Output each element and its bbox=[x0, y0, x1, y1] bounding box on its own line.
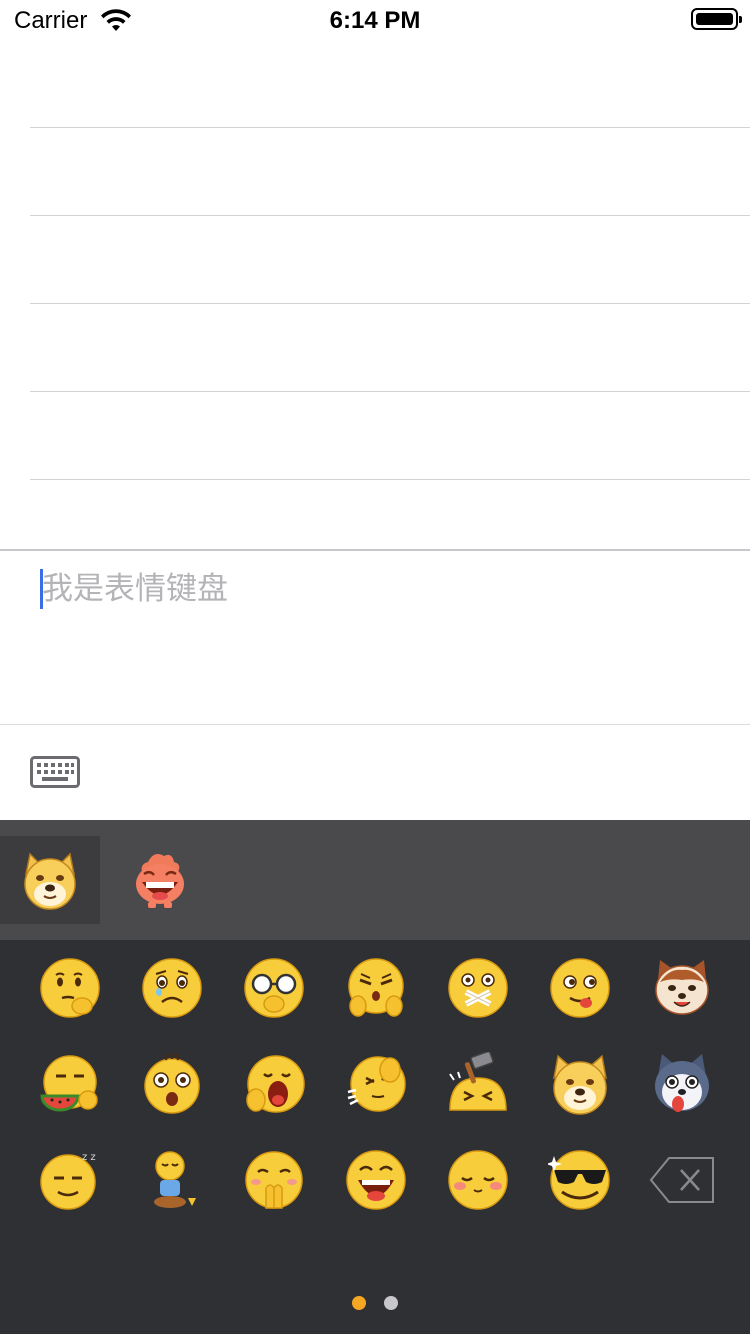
page-indicator bbox=[0, 1296, 750, 1310]
list-item[interactable] bbox=[0, 216, 750, 304]
emoji-eat-melon[interactable] bbox=[30, 1044, 110, 1124]
cat-emoji-icon bbox=[655, 960, 709, 1015]
page-dot-2[interactable] bbox=[384, 1296, 398, 1310]
husky-emoji-icon bbox=[655, 1054, 709, 1112]
emoji-think[interactable] bbox=[30, 948, 110, 1028]
list-item[interactable] bbox=[0, 304, 750, 392]
angry-face-emoji-icon bbox=[348, 958, 404, 1017]
list-item[interactable] bbox=[0, 128, 750, 216]
emoji-yawn[interactable] bbox=[234, 1044, 314, 1124]
emoji-blush[interactable] bbox=[438, 1140, 518, 1220]
emoji-tongue-out[interactable] bbox=[540, 948, 620, 1028]
emoji-grid: z z bbox=[0, 940, 750, 1334]
pray-emoji-icon bbox=[245, 1151, 303, 1209]
emoji-angry-face[interactable] bbox=[336, 948, 416, 1028]
emoji-aggrieved[interactable] bbox=[132, 948, 212, 1028]
clock: 6:14 PM bbox=[329, 7, 421, 34]
shy-glasses-emoji-icon bbox=[244, 958, 304, 1018]
list-item[interactable] bbox=[0, 392, 750, 480]
pack-tab-doge[interactable] bbox=[0, 836, 100, 924]
pack-tab-laughing-monster[interactable] bbox=[110, 836, 210, 924]
think-emoji-icon bbox=[40, 958, 100, 1018]
keyboard-icon[interactable] bbox=[30, 756, 80, 788]
backspace-icon bbox=[649, 1157, 714, 1203]
svg-text:z z: z z bbox=[82, 1152, 96, 1163]
aggrieved-emoji-icon bbox=[142, 958, 202, 1018]
battery-icon bbox=[691, 8, 742, 30]
emoji-big-laugh[interactable] bbox=[336, 1140, 416, 1220]
emoji-sunglasses[interactable] bbox=[540, 1140, 620, 1220]
emoji-sit-down[interactable] bbox=[132, 1140, 212, 1220]
doge-pack-icon bbox=[24, 852, 76, 910]
hammer-emoji-icon bbox=[449, 1052, 507, 1111]
status-bar: Carrier 6:14 PM bbox=[0, 0, 750, 40]
input-toolbar bbox=[0, 725, 750, 820]
emoji-hammer[interactable] bbox=[438, 1044, 518, 1124]
emoji-sealed-lips[interactable] bbox=[438, 948, 518, 1028]
emoji-sleepy[interactable]: z z bbox=[30, 1140, 110, 1220]
emoji-doge[interactable] bbox=[540, 1044, 620, 1124]
delete-button[interactable] bbox=[642, 1140, 722, 1220]
emoji-cat[interactable] bbox=[642, 948, 722, 1028]
page-dot-1[interactable] bbox=[352, 1296, 366, 1310]
emoji-shy-glasses[interactable] bbox=[234, 948, 314, 1028]
emoji-slap[interactable] bbox=[336, 1044, 416, 1124]
input-placeholder: 我是表情键盘 bbox=[42, 571, 228, 606]
eat-melon-emoji-icon bbox=[40, 1055, 98, 1112]
message-input[interactable]: 我是表情键盘 bbox=[0, 549, 750, 725]
doge-emoji-icon bbox=[552, 1054, 608, 1115]
sealed-lips-emoji-icon bbox=[448, 958, 508, 1018]
sunglasses-emoji-icon bbox=[548, 1150, 610, 1210]
message-list[interactable] bbox=[0, 40, 750, 550]
emoji-pray[interactable] bbox=[234, 1140, 314, 1220]
big-laugh-emoji-icon bbox=[346, 1150, 406, 1210]
emoji-pack-tabbar bbox=[0, 820, 750, 940]
tongue-out-emoji-icon bbox=[550, 958, 610, 1018]
slap-emoji-icon bbox=[347, 1056, 406, 1112]
emoji-husky[interactable] bbox=[642, 1044, 722, 1124]
laughing-monster-pack-icon bbox=[136, 854, 184, 908]
sleepy-emoji-icon: z z bbox=[40, 1152, 96, 1210]
list-item[interactable] bbox=[0, 40, 750, 128]
emoji-shocked[interactable] bbox=[132, 1044, 212, 1124]
yawn-emoji-icon bbox=[246, 1055, 305, 1113]
sit-down-emoji-icon bbox=[154, 1151, 196, 1208]
blush-emoji-icon bbox=[448, 1150, 508, 1210]
shocked-emoji-icon bbox=[144, 1053, 200, 1114]
